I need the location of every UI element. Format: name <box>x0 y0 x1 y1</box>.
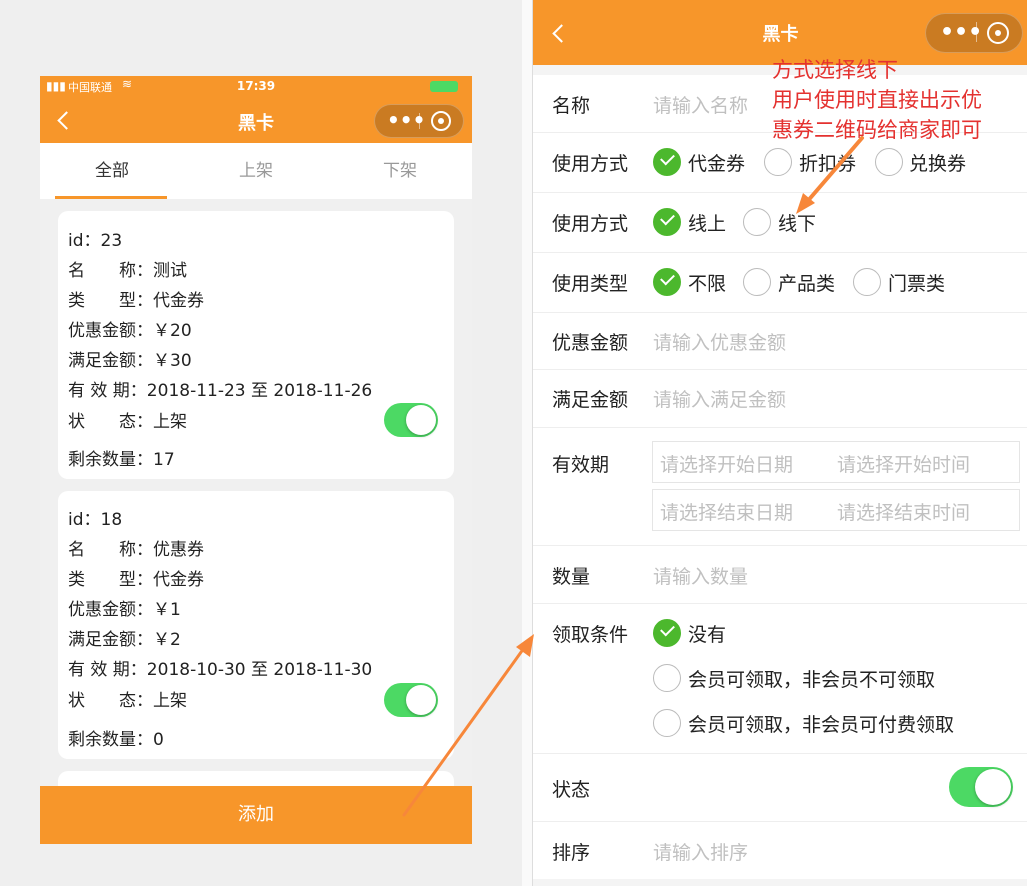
arrow-to-offline <box>796 136 864 214</box>
arrow-to-condition <box>402 634 534 817</box>
annotation-arrows <box>402 136 864 817</box>
